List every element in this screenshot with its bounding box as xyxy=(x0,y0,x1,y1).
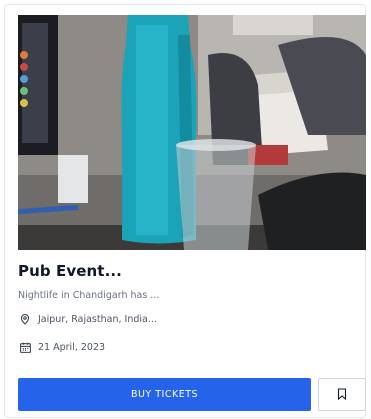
event-location-text: Jaipur, Rajasthan, India... xyxy=(38,313,157,325)
calendar-icon xyxy=(18,340,32,354)
event-image[interactable] xyxy=(18,15,366,250)
event-title[interactable]: Pub Event... xyxy=(18,262,122,280)
event-location: Jaipur, Rajasthan, India... xyxy=(18,312,157,326)
bookmark-button[interactable] xyxy=(318,378,366,411)
event-photo xyxy=(18,15,366,250)
event-date-text: 21 April, 2023 xyxy=(38,341,106,353)
location-pin-icon xyxy=(18,312,32,326)
event-date: 21 April, 2023 xyxy=(18,340,105,354)
event-card[interactable]: Pub Event... Nightlife in Chandigarh has… xyxy=(4,4,366,418)
event-description: Nightlife in Chandigarh has ... xyxy=(18,290,160,301)
bookmark-icon xyxy=(337,385,347,404)
buy-tickets-button[interactable]: BUY TICKETS xyxy=(18,378,311,411)
